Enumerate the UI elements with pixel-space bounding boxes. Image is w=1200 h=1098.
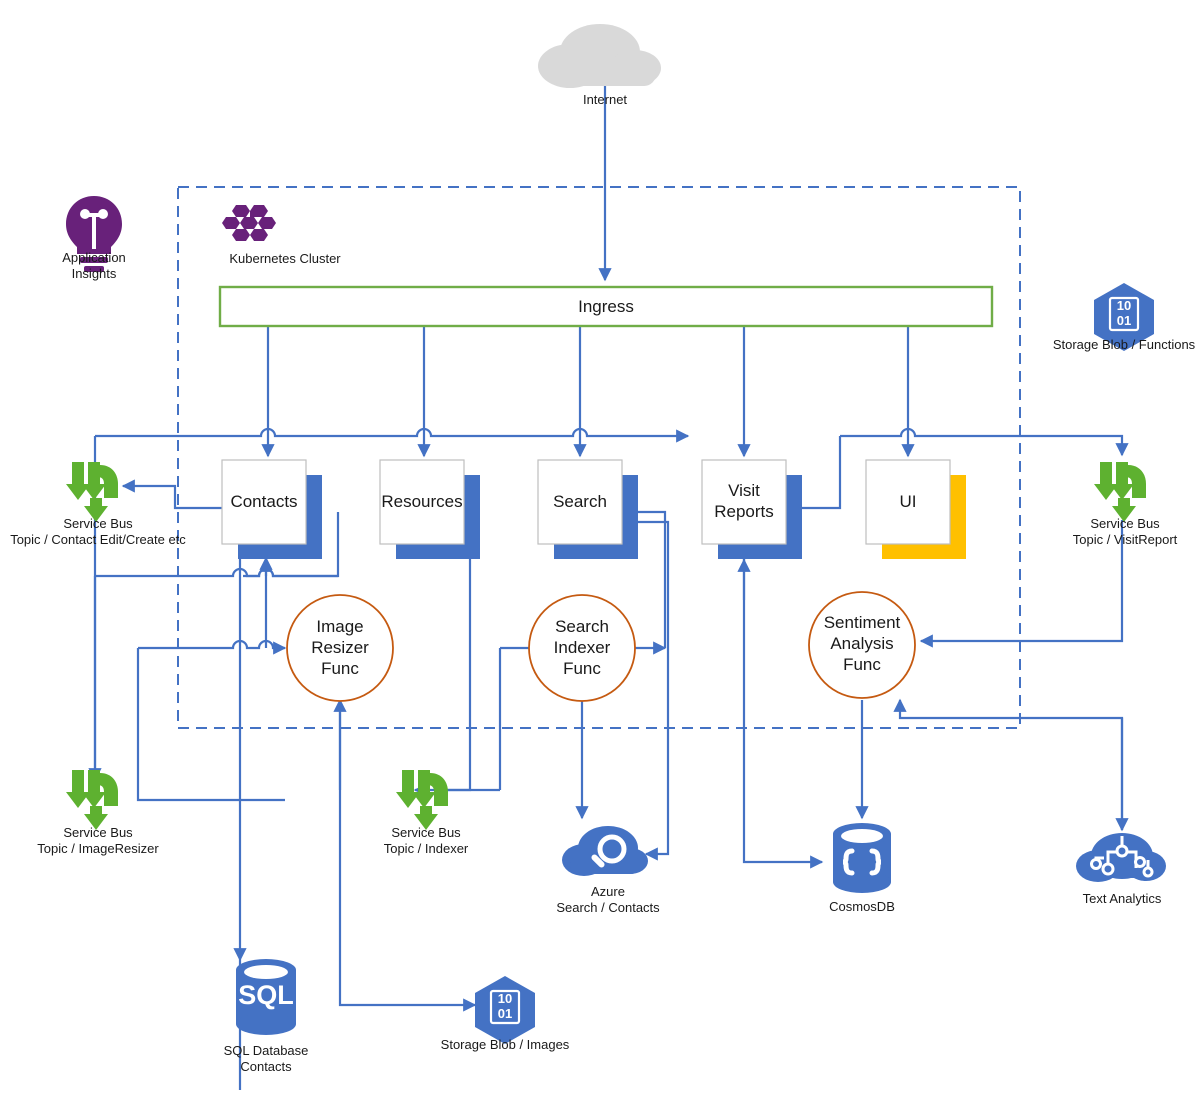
kubernetes-icon [222, 205, 276, 241]
service-bus-label-visitreport: Service Bus Topic / VisitReport [1030, 516, 1200, 548]
sb-visitreport-line2: Topic / VisitReport [1072, 532, 1178, 547]
app-insights-label-line2: Insights [71, 266, 117, 281]
storage-blob-functions-label: Storage Blob / Functions [1052, 337, 1196, 352]
function-label-search-indexer-line2: Indexer [553, 638, 611, 657]
sql-database-line1: SQL Database [223, 1043, 309, 1058]
architecture-diagram: Internet Application Insights Kubernetes… [0, 0, 1200, 1098]
app-insights-label: Application Insights [34, 250, 154, 282]
service-bus-label-imageresizer: Service Bus Topic / ImageResizer [10, 825, 186, 857]
blob-icon-text-images: 10 01 [475, 991, 535, 1021]
brain-cloud-icon [1076, 833, 1166, 882]
app-insights-label-line1: Application [62, 250, 126, 265]
sb-contact-line2: Topic / Contact Edit/Create etc [10, 532, 186, 547]
kubernetes-cluster-label: Kubernetes Cluster [229, 251, 341, 266]
service-label-visit-reports-line2: Reports [714, 502, 774, 521]
sb-imageresizer-line1: Service Bus [63, 825, 133, 840]
azure-search-line1: Azure [591, 884, 625, 899]
edge-contacts-sbcontact [121, 479, 222, 510]
edge-search-azuresearch [638, 520, 670, 861]
sb-contact-line1: Service Bus [63, 516, 133, 531]
text-analytics-label: Text Analytics [1082, 891, 1162, 906]
function-label-sentiment-analysis-line2: Analysis [830, 634, 894, 653]
internet-label: Internet [582, 92, 628, 107]
blob-icon-text-functions: 10 01 [1094, 298, 1154, 328]
sb-visitreport-line1: Service Bus [1090, 516, 1160, 531]
blob-functions-bottom: 01 [1116, 313, 1132, 328]
sb-indexer-line1: Service Bus [391, 825, 461, 840]
connector-group [88, 86, 1129, 1090]
function-label-image-resizer-line2: Resizer [311, 638, 369, 657]
search-cloud-icon [562, 826, 648, 876]
azure-search-line2: Search / Contacts [556, 900, 660, 915]
sb-imageresizer-line2: Topic / ImageResizer [37, 841, 159, 856]
cosmosdb-icon [833, 823, 891, 893]
service-bus-label-contact: Service Bus Topic / Contact Edit/Create … [0, 516, 196, 548]
function-label-sentiment-analysis-line1: Sentiment [823, 613, 901, 632]
edge-search-indexer [638, 510, 667, 648]
function-label-sentiment-analysis-line3: Func [843, 655, 881, 674]
service-bus-icon-indexer [396, 770, 448, 830]
blob-images-top: 10 [497, 991, 513, 1006]
service-label-visit-reports: Visit Reports [692, 480, 796, 522]
service-label-resources: Resources [381, 492, 463, 511]
service-label-search: Search [553, 492, 607, 511]
edge-bus-row-648 [138, 639, 287, 655]
edge-visitreports-cosmos [742, 508, 824, 869]
edge-row648-left-down [136, 648, 285, 802]
edge-bus-right-top [840, 427, 1129, 457]
function-label-search-indexer: Search Indexer Func [532, 616, 632, 679]
function-label-search-indexer-line1: Search [555, 617, 609, 636]
function-label-image-resizer-line1: Image [316, 617, 364, 636]
edge-bus-row-576 [95, 567, 338, 578]
cosmosdb-label: CosmosDB [829, 899, 895, 914]
service-bus-icon-visitreport [1094, 462, 1146, 522]
diagram-canvas [66, 24, 1166, 1090]
sb-indexer-line2: Topic / Indexer [383, 841, 469, 856]
blob-images-bottom: 01 [497, 1006, 513, 1021]
storage-blob-images-label: Storage Blob / Images [440, 1037, 570, 1052]
service-bus-icon-contact [66, 462, 118, 522]
sql-database-line2: Contacts [240, 1059, 292, 1074]
function-label-image-resizer-line3: Func [321, 659, 359, 678]
edge-bus-left-top [95, 427, 690, 443]
service-label-contacts: Contacts [230, 492, 298, 511]
cloud-icon [538, 24, 661, 88]
function-label-sentiment-analysis: Sentiment Analysis Func [806, 612, 918, 675]
sql-icon-text: SQL [238, 980, 294, 1010]
service-label-visit-reports-line1: Visit [728, 481, 760, 500]
service-bus-label-indexer: Service Bus Topic / Indexer [346, 825, 506, 857]
function-label-image-resizer: Image Resizer Func [290, 616, 390, 679]
edge-textanalytics-sentiment [893, 698, 1124, 830]
sql-database-label: SQL Database Contacts [186, 1043, 346, 1075]
ingress-label: Ingress [578, 297, 634, 316]
service-bus-icon-imageresizer [66, 770, 118, 830]
azure-search-label: Azure Search / Contacts [512, 884, 704, 916]
function-label-search-indexer-line3: Func [563, 659, 601, 678]
blob-functions-top: 10 [1116, 298, 1132, 313]
edge-visitreports-right [796, 436, 842, 510]
service-label-ui: UI [899, 492, 917, 511]
